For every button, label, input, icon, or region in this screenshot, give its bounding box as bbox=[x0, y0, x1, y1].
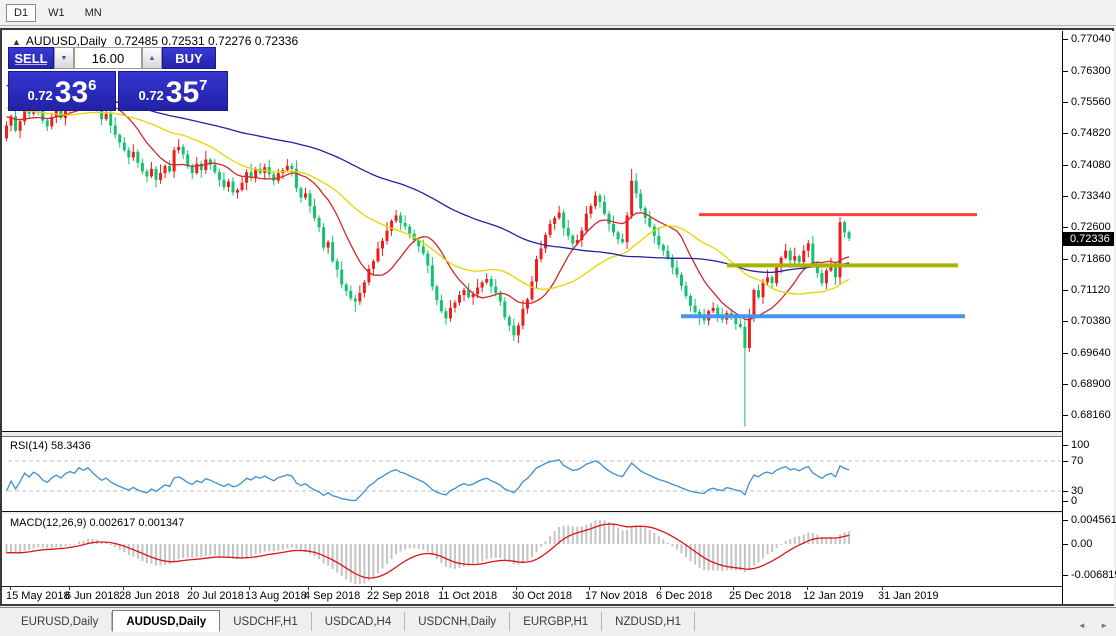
price-axis-tick bbox=[1063, 133, 1068, 134]
one-click-trading-panel: SELL ▼ 16.00 ▲ BUY 0.72 33 6 0.72 35 7 bbox=[8, 47, 228, 111]
buy-price-point: 7 bbox=[199, 77, 207, 94]
volume-input[interactable]: 16.00 bbox=[74, 47, 142, 69]
rsi-axis-label: 100 bbox=[1071, 439, 1089, 451]
price-axis-label: 0.73340 bbox=[1071, 190, 1111, 202]
price-axis-label: 0.69640 bbox=[1071, 347, 1111, 359]
date-axis-label: 6 Dec 2018 bbox=[656, 590, 712, 602]
chart-ohlc-quotes: 0.72485 0.72531 0.72276 0.72336 bbox=[115, 34, 299, 48]
tab-nzdusd-h1[interactable]: NZDUSD,H1 bbox=[602, 612, 695, 631]
current-price-badge: 0.72336 bbox=[1063, 232, 1114, 246]
volume-decrease-button[interactable]: ▼ bbox=[54, 47, 74, 69]
price-axis-tick bbox=[1063, 196, 1068, 197]
tab-scroll-left-icon[interactable]: ◄ bbox=[1078, 621, 1086, 630]
price-axis-label: 0.71860 bbox=[1071, 253, 1111, 265]
price-axis-tick bbox=[1063, 102, 1068, 103]
price-axis-column: 0.72336 0.77040 0.76300 0.75560 0.74820 0.74… bbox=[1063, 31, 1114, 604]
price-axis-tick bbox=[1063, 165, 1068, 166]
rsi-axis-tick bbox=[1063, 491, 1068, 492]
tab-eurusd-daily[interactable]: EURUSD,Daily bbox=[8, 612, 112, 631]
rsi-axis-tick bbox=[1063, 501, 1068, 502]
sell-price-base: 0.72 bbox=[27, 88, 52, 103]
tab-usdcad-h4[interactable]: USDCAD,H4 bbox=[312, 612, 405, 631]
tab-usdchf-h1[interactable]: USDCHF,H1 bbox=[220, 612, 312, 631]
volume-increase-button[interactable]: ▲ bbox=[142, 47, 162, 69]
tab-scroll-right-icon[interactable]: ► bbox=[1100, 621, 1108, 630]
mt4-application: D1 W1 MN ▲ AUDUSD,Daily 0.72485 0.72531 0.… bbox=[0, 0, 1116, 636]
price-axis-label: 0.76300 bbox=[1071, 65, 1111, 77]
buy-button[interactable]: BUY bbox=[162, 47, 216, 69]
price-axis-tick bbox=[1063, 227, 1068, 228]
date-axis-label: 25 Dec 2018 bbox=[729, 590, 791, 602]
price-axis-label: 0.70380 bbox=[1071, 315, 1111, 327]
buy-price-base: 0.72 bbox=[138, 88, 163, 103]
timeframe-button-w1[interactable]: W1 bbox=[40, 4, 73, 22]
collapse-trade-panel-icon[interactable]: ▲ bbox=[12, 37, 21, 47]
timeframe-toolbar: D1 W1 MN bbox=[0, 0, 1116, 26]
rsi-indicator-label: RSI(14) 58.3436 bbox=[10, 440, 91, 452]
macd-axis-tick bbox=[1063, 575, 1068, 576]
date-axis-label: 31 Jan 2019 bbox=[878, 590, 939, 602]
price-axis-label: 0.71120 bbox=[1071, 284, 1110, 296]
chart-header: ▲ AUDUSD,Daily 0.72485 0.72531 0.72276 0.7… bbox=[12, 34, 298, 48]
tab-eurgbp-h1[interactable]: EURGBP,H1 bbox=[510, 612, 602, 631]
chart-symbol-title: AUDUSD,Daily bbox=[26, 34, 107, 48]
date-axis-label: 15 May 2018 bbox=[6, 590, 70, 602]
sell-price-display[interactable]: 0.72 33 6 bbox=[8, 71, 116, 111]
spin-down-icon: ▼ bbox=[61, 55, 68, 62]
sell-button[interactable]: SELL bbox=[8, 47, 54, 69]
buy-price-display[interactable]: 0.72 35 7 bbox=[118, 71, 228, 111]
date-axis-label: 17 Nov 2018 bbox=[585, 590, 647, 602]
buy-price-pips: 35 bbox=[166, 80, 199, 106]
rsi-axis-tick bbox=[1063, 461, 1068, 462]
macd-axis-label: -0.006819 bbox=[1071, 569, 1116, 581]
price-axis-tick bbox=[1063, 259, 1068, 260]
sell-price-point: 6 bbox=[88, 77, 96, 94]
rsi-axis-label: 70 bbox=[1071, 455, 1083, 467]
rsi-panel-area[interactable] bbox=[8, 437, 1062, 511]
sell-price-pips: 33 bbox=[55, 80, 88, 106]
price-axis-tick bbox=[1063, 290, 1068, 291]
price-axis-tick bbox=[1063, 321, 1068, 322]
price-axis-label: 0.68900 bbox=[1071, 378, 1111, 390]
price-axis-tick bbox=[1063, 71, 1068, 72]
date-axis-label: 4 Sep 2018 bbox=[304, 590, 360, 602]
price-axis-label: 0.68160 bbox=[1071, 409, 1111, 421]
date-axis-label: 6 Jun 2018 bbox=[65, 590, 119, 602]
macd-axis-tick bbox=[1063, 520, 1068, 521]
macd-axis-label: 0.00 bbox=[1071, 538, 1092, 550]
date-axis-label: 30 Oct 2018 bbox=[512, 590, 572, 602]
price-axis-label: 0.74080 bbox=[1071, 159, 1111, 171]
tab-usdcnh-daily[interactable]: USDCNH,Daily bbox=[405, 612, 510, 631]
date-axis-label: 12 Jan 2019 bbox=[803, 590, 864, 602]
price-axis-tick bbox=[1063, 353, 1068, 354]
rsi-axis-tick bbox=[1063, 445, 1068, 446]
date-axis-label: 13 Aug 2018 bbox=[245, 590, 307, 602]
date-axis-label: 28 Jun 2018 bbox=[119, 590, 180, 602]
timeframe-button-mn[interactable]: MN bbox=[77, 4, 110, 22]
tab-audusd-daily[interactable]: AUDUSD,Daily bbox=[112, 610, 220, 632]
macd-indicator-label: MACD(12,26,9) 0.002617 0.001347 bbox=[10, 517, 184, 529]
price-axis-tick bbox=[1063, 384, 1068, 385]
price-axis-tick bbox=[1063, 415, 1068, 416]
rsi-axis-label: 0 bbox=[1071, 495, 1077, 507]
price-axis-label: 0.77040 bbox=[1071, 33, 1111, 45]
tab-scroll-controls: ◄ ► bbox=[1066, 621, 1108, 630]
macd-axis-tick bbox=[1063, 544, 1068, 545]
date-axis-label: 20 Jul 2018 bbox=[187, 590, 244, 602]
timeframe-button-d1[interactable]: D1 bbox=[6, 4, 36, 22]
price-axis-tick bbox=[1063, 39, 1068, 40]
date-axis-label: 22 Sep 2018 bbox=[367, 590, 429, 602]
symbol-tab-bar: EURUSD,DailyAUDUSD,DailyUSDCHF,H1USDCAD,… bbox=[0, 607, 1116, 636]
price-axis-label: 0.75560 bbox=[1071, 96, 1111, 108]
date-axis-label: 11 Oct 2018 bbox=[438, 590, 497, 602]
price-axis-label: 0.74820 bbox=[1071, 127, 1111, 139]
spin-up-icon: ▲ bbox=[149, 55, 156, 62]
macd-axis-label: 0.004561 bbox=[1071, 514, 1116, 526]
